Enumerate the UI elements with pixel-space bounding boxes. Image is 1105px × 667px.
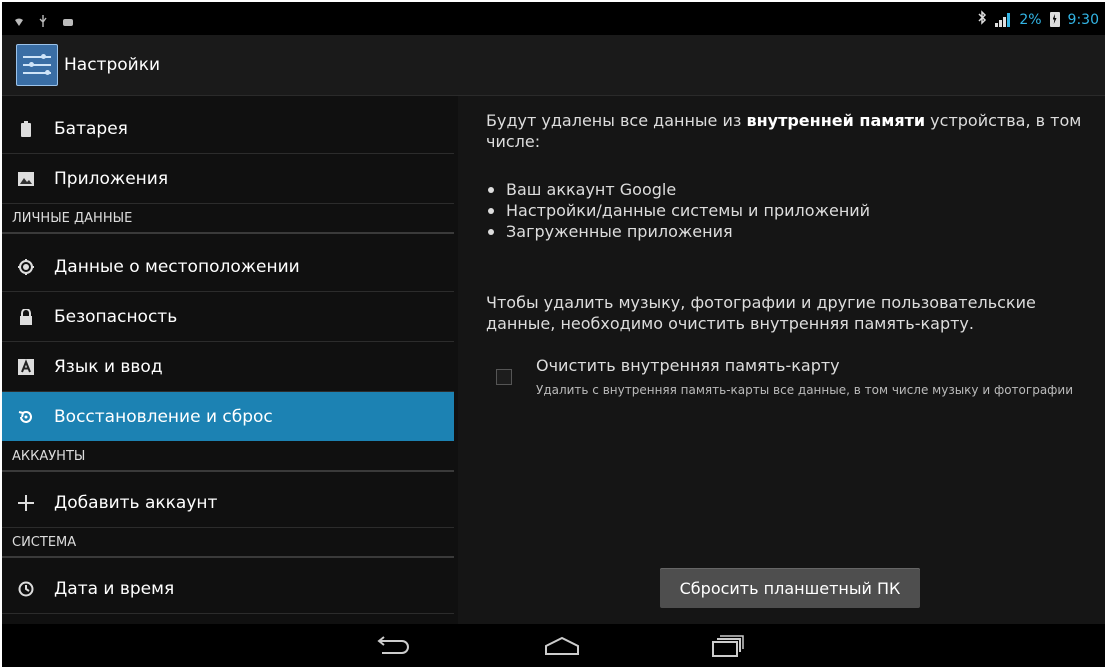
reset-tablet-button[interactable]: Сбросить планшетный ПК xyxy=(660,568,920,608)
list-item: Настройки/данные системы и приложений xyxy=(486,200,870,221)
apps-image-icon xyxy=(18,171,34,187)
list-item: Ваш аккаунт Google xyxy=(486,179,870,200)
sidebar-item-label: Язык и ввод xyxy=(54,356,163,377)
battery-charging-icon xyxy=(1049,12,1060,27)
plus-icon xyxy=(18,494,34,511)
settings-sliders-icon[interactable] xyxy=(16,44,58,86)
home-icon[interactable] xyxy=(542,634,582,658)
storage-note: Чтобы удалить музыку, фотографии и други… xyxy=(486,293,1036,333)
sidebar-item-language[interactable]: Язык и ввод xyxy=(2,342,454,392)
sidebar-item-label: Восстановление и сброс xyxy=(54,406,273,427)
action-bar: Настройки xyxy=(2,35,1105,96)
erase-storage-subtitle: Удалить с внутренняя память-карты все да… xyxy=(536,383,1074,397)
lock-icon xyxy=(18,308,34,325)
navigation-bar xyxy=(2,624,1105,667)
battery-percent: 2% xyxy=(1019,11,1042,28)
intro-bold: внутренней памяти xyxy=(746,111,926,130)
sidebar-item-battery[interactable]: Батарея xyxy=(2,104,454,154)
sidebar-item-security[interactable]: Безопасность xyxy=(2,292,454,342)
category-personal: ЛИЧНЫЕ ДАННЫЕ xyxy=(2,204,454,234)
sidebar-item-label: Батарея xyxy=(54,118,128,139)
bluetooth-icon xyxy=(977,10,987,29)
data-list: Ваш аккаунт Google Настройки/данные сист… xyxy=(486,179,870,242)
sidebar-item-label: Добавить аккаунт xyxy=(54,492,218,513)
sidebar-item-add-account[interactable]: Добавить аккаунт xyxy=(2,478,454,528)
sidebar-item-label: Дата и время xyxy=(54,578,175,599)
sidebar-item-label: Безопасность xyxy=(54,306,178,327)
sidebar-item-label: Приложения xyxy=(54,168,169,189)
sidebar-item-date-time[interactable]: Дата и время xyxy=(2,564,454,614)
sidebar-item-label: Данные о местоположении xyxy=(54,256,300,277)
status-bar: 2% 9:30 xyxy=(2,2,1105,35)
android-debug-icon xyxy=(62,12,73,26)
keyboard-a-icon xyxy=(18,358,34,375)
sidebar-item-backup-reset[interactable]: Восстановление и сброс xyxy=(2,392,454,441)
list-item: Загруженные приложения xyxy=(486,221,870,242)
erase-storage-checkbox[interactable] xyxy=(496,369,512,385)
back-icon[interactable] xyxy=(374,634,414,658)
reset-intro-text: Будут удалены все данные из внутренней п… xyxy=(486,110,1096,152)
category-accounts: АККАУНТЫ xyxy=(2,442,454,472)
location-icon xyxy=(18,258,34,275)
sidebar-item-location[interactable]: Данные о местоположении xyxy=(2,242,454,292)
usb-icon xyxy=(38,12,48,27)
intro-prefix: Будут удалены все данные из xyxy=(486,111,747,130)
page-title: Настройки xyxy=(64,55,161,75)
device-screen: 2% 9:30 Настройки Батарея Приложения ЛИЧ… xyxy=(2,2,1105,667)
wifi-icon xyxy=(14,12,24,26)
clock-icon xyxy=(18,581,34,597)
restore-icon xyxy=(18,409,34,425)
signal-icon xyxy=(995,12,1011,27)
category-system: СИСТЕМА xyxy=(2,528,454,558)
sidebar-item-apps[interactable]: Приложения xyxy=(2,154,454,204)
reset-detail-pane: Будут удалены все данные из внутренней п… xyxy=(458,96,1105,624)
clock-time: 9:30 xyxy=(1067,11,1099,28)
settings-sidebar: Батарея Приложения ЛИЧНЫЕ ДАННЫЕ Данные … xyxy=(2,96,458,624)
erase-storage-title[interactable]: Очистить внутренняя память-карту xyxy=(536,356,840,375)
battery-icon xyxy=(18,120,34,137)
recent-apps-icon[interactable] xyxy=(707,634,747,658)
